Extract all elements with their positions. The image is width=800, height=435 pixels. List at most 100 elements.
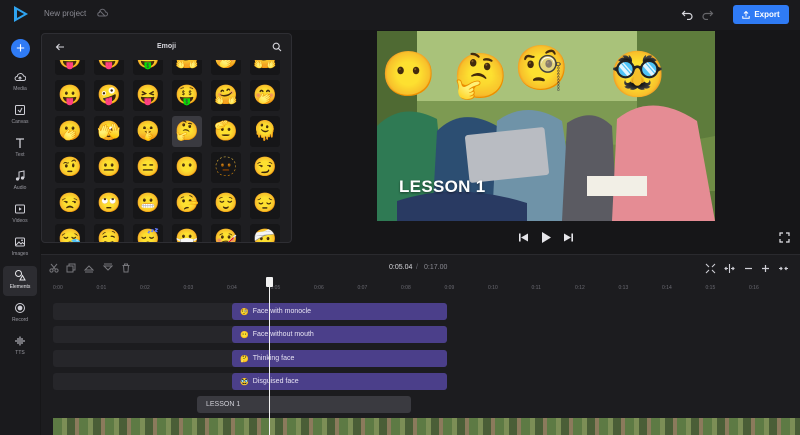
sidebar-item-record[interactable]: Record <box>3 299 37 329</box>
emoji-cell[interactable]: 🤗 <box>250 60 280 75</box>
emoji-cell[interactable]: 🤨 <box>55 152 85 183</box>
emoji-cell[interactable]: 🤪 <box>94 80 124 111</box>
expand-icon[interactable] <box>778 263 789 274</box>
undo-icon[interactable] <box>681 8 693 20</box>
emoji-cell[interactable]: 😐 <box>94 152 124 183</box>
timeline-clip-thinking-face[interactable]: 🤔 Thinking face <box>232 350 447 367</box>
sidebar-item-tts[interactable]: TTS <box>3 332 37 362</box>
emoji-panel: Emoji 😝 😜 🤑 🤗 🤭 🤗 😛 🤪 😝 🤑 🤗 🤭 🫢 🫣 🤫 🤔 🫡 🫠 🤨 😐 😑 😶 🫥 😏 😒 🙄 😬 🤥 😌 😔 😪 🤤 😴 😷… <box>41 33 292 243</box>
skip-back-icon[interactable] <box>518 232 529 243</box>
time-ruler[interactable]: 0:00 0:01 0:02 0:03 0:04 0:05 0:06 0:07 0:08 0:09… <box>53 281 793 293</box>
fit-icon[interactable] <box>705 263 716 274</box>
left-sidebar: + Media Canvas Text Audio Videos Images … <box>0 30 40 435</box>
sidebar-item-videos[interactable]: Videos <box>3 200 37 230</box>
emoji-cell[interactable]: 🤤 <box>94 224 124 242</box>
sidebar-item-canvas[interactable]: Canvas <box>3 101 37 131</box>
total-time: 0:17.00 <box>424 264 448 271</box>
emoji-cell[interactable]: 😒 <box>55 188 85 219</box>
sidebar-item-audio[interactable]: Audio <box>3 167 37 197</box>
panel-title: Emoji <box>156 43 177 50</box>
emoji-cell[interactable]: 🤑 <box>172 80 202 111</box>
video-preview[interactable]: 😶 🤔 🧐 🥸 LESSON 1 <box>377 31 715 221</box>
send-backward-icon[interactable] <box>103 263 113 273</box>
emoji-cell[interactable]: 🙄 <box>94 188 124 219</box>
emoji-cell[interactable]: 🤭 <box>211 60 241 75</box>
preview-caption[interactable]: LESSON 1 <box>399 177 485 197</box>
redo-icon[interactable] <box>702 8 714 20</box>
emoji-cell[interactable]: 😝 <box>55 60 85 75</box>
emoji-cell[interactable]: 🤥 <box>172 188 202 219</box>
zoom-in-icon[interactable] <box>760 263 771 274</box>
export-button[interactable]: Export <box>733 5 789 24</box>
emoji-cell[interactable]: 🫣 <box>94 116 124 147</box>
play-icon[interactable] <box>540 231 552 244</box>
video-filmstrip[interactable] <box>53 418 800 435</box>
emoji-cell[interactable]: 🫠 <box>250 116 280 147</box>
split-icon[interactable] <box>724 263 735 274</box>
emoji-cell[interactable]: 🤔 <box>172 116 202 147</box>
project-name[interactable]: New project <box>44 9 86 18</box>
sidebar-item-text[interactable]: Text <box>3 134 37 164</box>
fullscreen-icon[interactable] <box>779 232 790 243</box>
bring-forward-icon[interactable] <box>84 263 94 273</box>
emoji-cell[interactable]: 🤗 <box>211 80 241 111</box>
ruler-tick: 0:14 <box>662 285 672 291</box>
ruler-tick: 0:01 <box>96 285 107 291</box>
scissors-icon[interactable] <box>49 263 59 273</box>
emoji-cell[interactable]: 😔 <box>250 188 280 219</box>
overlay-emoji[interactable]: 🥸 <box>610 53 665 97</box>
emoji-cell[interactable]: 😝 <box>133 80 163 111</box>
timeline-clip-face-without-mouth[interactable]: 😶 Face without mouth <box>232 326 447 343</box>
delete-icon[interactable] <box>121 263 131 273</box>
emoji-cell[interactable]: 🤒 <box>211 224 241 242</box>
sidebar-item-label: Text <box>15 152 25 158</box>
emoji-cell[interactable]: 😏 <box>250 152 280 183</box>
sidebar-item-label: Record <box>11 317 29 323</box>
ruler-tick: 0:06 <box>314 285 324 291</box>
emoji-cell[interactable]: 🤕 <box>250 224 280 242</box>
clip-emoji: 🤔 <box>240 355 249 363</box>
sidebar-item-elements[interactable]: Elements <box>3 266 37 296</box>
playhead-handle[interactable] <box>266 277 273 287</box>
overlay-emoji[interactable]: 🧐 <box>514 47 569 91</box>
upload-cloud-icon <box>14 73 26 81</box>
emoji-cell[interactable]: 🫡 <box>211 116 241 147</box>
timeline-clip-face-with-monocle[interactable]: 🧐 Face with monocle <box>232 303 447 320</box>
emoji-cell[interactable]: 🤑 <box>133 60 163 75</box>
emoji-cell[interactable]: 😪 <box>55 224 85 242</box>
emoji-cell[interactable]: 😶 <box>172 152 202 183</box>
emoji-cell[interactable]: 🫢 <box>55 116 85 147</box>
emoji-cell[interactable]: 😑 <box>133 152 163 183</box>
emoji-cell[interactable]: 😛 <box>55 80 85 111</box>
video-icon <box>15 204 25 214</box>
emoji-cell[interactable]: 😷 <box>172 224 202 242</box>
playhead-line[interactable] <box>269 277 270 435</box>
record-icon <box>15 303 25 313</box>
timeline-clip-disguised-face[interactable]: 🥸 Disguised face <box>232 373 447 390</box>
overlay-emoji[interactable]: 😶 <box>381 53 436 97</box>
clip-emoji: 🧐 <box>240 308 249 316</box>
emoji-cell[interactable]: 😬 <box>133 188 163 219</box>
duplicate-icon[interactable] <box>66 263 76 273</box>
emoji-cell[interactable]: 😴 <box>133 224 163 242</box>
overlay-emoji[interactable]: 🤔 <box>453 55 508 99</box>
export-icon <box>742 10 751 19</box>
sidebar-item-images[interactable]: Images <box>3 233 37 263</box>
canvas-icon <box>15 105 25 115</box>
app-logo-icon[interactable] <box>12 5 30 23</box>
emoji-cell[interactable]: 🤭 <box>250 80 280 111</box>
clip-label: Face with monocle <box>252 308 312 315</box>
timeline-clip-text[interactable]: LESSON 1 <box>197 396 411 413</box>
emoji-cell[interactable]: 🤫 <box>133 116 163 147</box>
sidebar-item-label: Elements <box>9 284 31 290</box>
search-icon[interactable] <box>272 42 282 52</box>
clip-label: LESSON 1 <box>206 401 241 408</box>
skip-forward-icon[interactable] <box>563 232 574 243</box>
emoji-cell[interactable]: 🤗 <box>172 60 202 75</box>
add-button[interactable]: + <box>11 39 30 58</box>
sidebar-item-media[interactable]: Media <box>3 68 37 98</box>
emoji-cell[interactable]: 😌 <box>211 188 241 219</box>
emoji-cell[interactable]: 😜 <box>94 60 124 75</box>
zoom-out-icon[interactable] <box>743 263 754 274</box>
emoji-cell[interactable]: 🫥 <box>211 152 241 183</box>
